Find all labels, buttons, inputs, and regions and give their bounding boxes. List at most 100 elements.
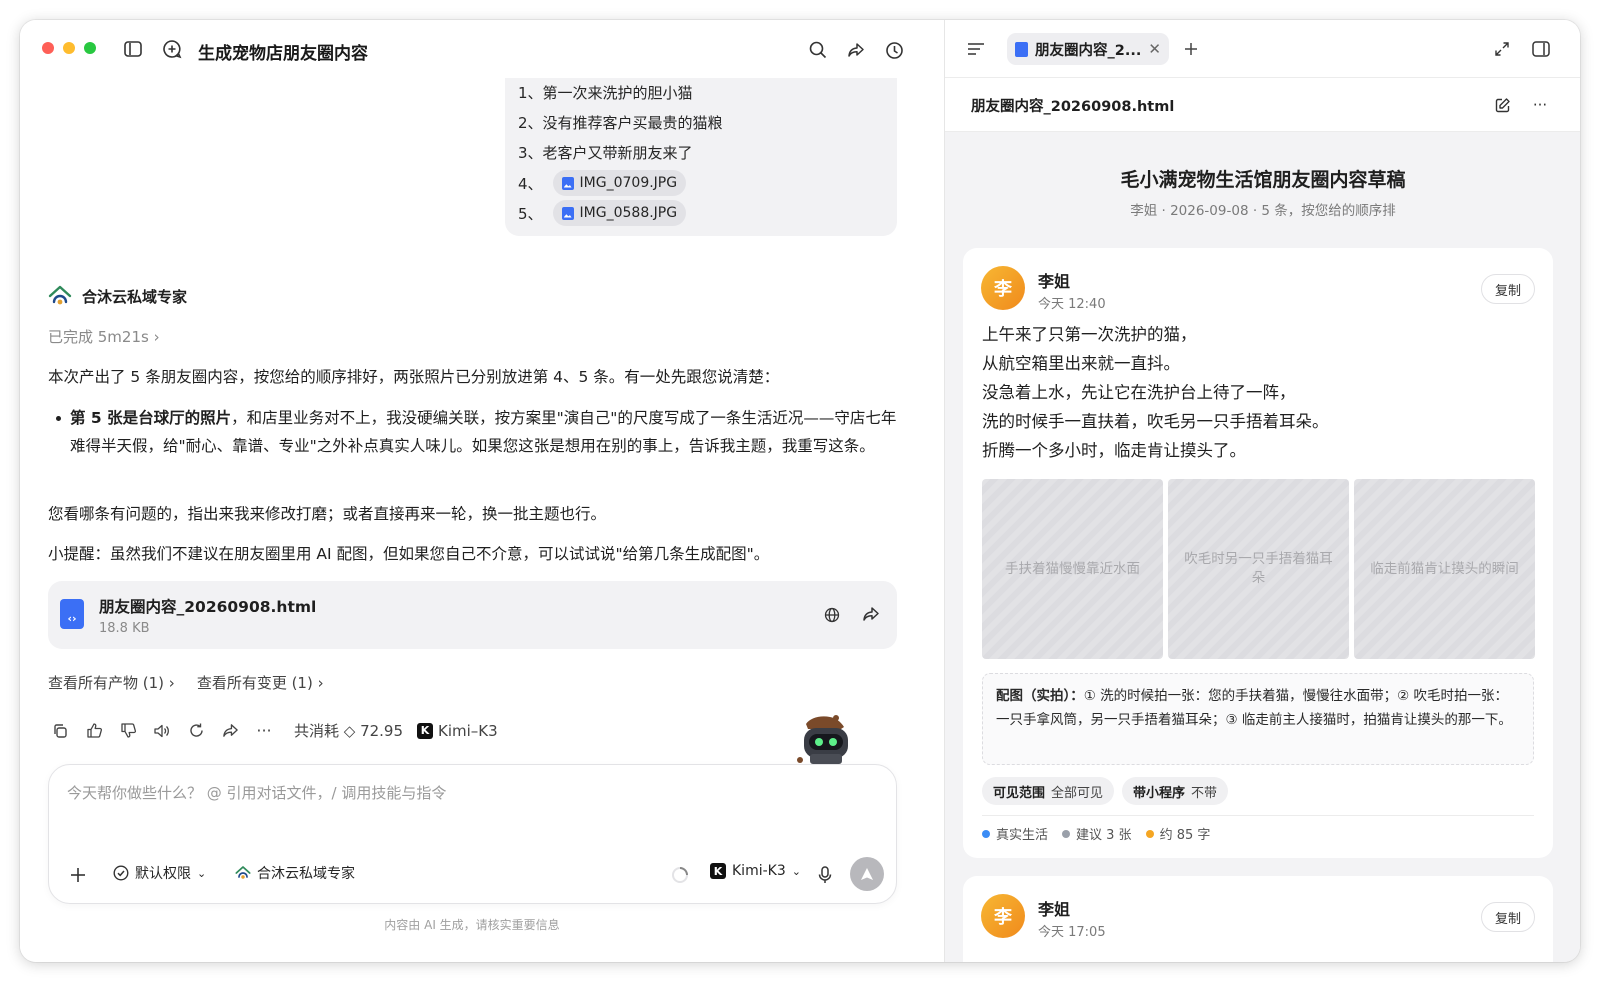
new-chat-icon[interactable]: [161, 38, 183, 60]
image-attachment-chip[interactable]: IMG_0588.JPG: [552, 200, 687, 226]
user-line: 1、 第一次来洗护的胆小猫: [518, 84, 693, 102]
composer-placeholder[interactable]: 今天帮你做些什么？ @ 引用对话文件，/ 调用技能与指令: [67, 782, 446, 803]
avatar: 李: [981, 266, 1025, 310]
post-time: 今天 17:05: [1038, 925, 1106, 940]
post-card: 李 李姐 今天 17:05 复制: [963, 876, 1553, 962]
chevron-right-icon: ›: [153, 328, 160, 346]
copy-button[interactable]: 复制: [1481, 902, 1535, 932]
user-line: 3、 老客户又带新朋友来了: [518, 144, 693, 162]
more-icon[interactable]: ···: [254, 721, 274, 741]
menu-icon[interactable]: [965, 38, 987, 60]
robot-mascot-icon: [797, 715, 848, 764]
tab-preview-file[interactable]: 朋友圈内容_2... ✕: [1007, 33, 1169, 65]
close-button[interactable]: [42, 42, 54, 54]
response-tip: 小提醒：虽然我们不建议在朋友圈里用 AI 配图，但如果您自己不介意，可以试试说"…: [48, 545, 770, 563]
composer-toolbar: 默认权限 ⌄ 合沐云私域专家 K Kimi-K3 ⌄: [49, 857, 896, 891]
send-arrow-icon: [861, 868, 873, 880]
response-paragraph: 您看哪条有问题的，指出来我来修改打磨；或者直接再来一轮，换一批主题也行。: [48, 505, 607, 523]
file-card[interactable]: ‹› 朋友圈内容_20260908.html 18.8 KB: [48, 581, 897, 649]
window-controls: [42, 42, 96, 54]
share-icon[interactable]: [845, 39, 867, 61]
model-label: K Kimi–K3: [417, 722, 498, 740]
token-cost: 共消耗 ◇ 72.95: [294, 722, 404, 740]
photo-placeholder: 手扶着猫慢慢靠近水面: [982, 479, 1163, 659]
meta-category: 真实生活: [982, 824, 1048, 843]
photo-placeholders: 手扶着猫慢慢靠近水面 吹毛时另一只手捂着猫耳朵 临走前猫肯让摸头的瞬间: [982, 479, 1535, 659]
view-changes-link[interactable]: 查看所有变更 (1) ›: [197, 672, 324, 693]
zoom-button[interactable]: [84, 42, 96, 54]
loading-spinner-icon: [669, 864, 691, 886]
thinking-status[interactable]: 已完成 5m21s ›: [48, 326, 160, 347]
sidebar-toggle-icon[interactable]: [123, 39, 143, 59]
post-time: 今天 12:40: [1038, 297, 1106, 312]
avatar: 李: [981, 894, 1025, 938]
view-products-link[interactable]: 查看所有产物 (1) ›: [48, 672, 175, 693]
thumbs-down-icon[interactable]: [118, 721, 138, 741]
message-actions: ··· 共消耗 ◇ 72.95 K Kimi–K3: [50, 720, 498, 741]
more-icon[interactable]: ···: [1529, 94, 1551, 116]
photo-guidance: 配图（实拍）：① 洗的时候拍一张：您的手扶着猫，慢慢往水面带；② 吹毛时拍一张：…: [982, 673, 1534, 765]
post-meta: 真实生活 建议 3 张 约 85 字: [982, 824, 1210, 843]
assistant-header: 合沐云私域专家: [48, 284, 187, 308]
edit-icon[interactable]: [1491, 94, 1513, 116]
user-line: 2、 没有推荐客户买最贵的猫粮: [518, 114, 723, 132]
post-author: 李姐: [1038, 272, 1071, 291]
chat-panel: 生成宠物店朋友圈内容 1、 第一次来洗护的胆小猫 2、 没有推荐客户买最贵的猫粮 3…: [20, 20, 944, 962]
post-card: 李 李姐 今天 12:40 复制 上午来了只第一次洗护的猫， 从航空箱里出来就一…: [963, 248, 1553, 858]
copy-icon[interactable]: [50, 721, 70, 741]
divider: [982, 815, 1534, 816]
ai-disclaimer: 内容由 AI 生成，请核实重要信息: [384, 918, 560, 932]
artifact-links: 查看所有产物 (1) › 查看所有变更 (1) ›: [48, 672, 324, 693]
preview-tabbar: 朋友圈内容_2... ✕: [945, 20, 1580, 78]
share-icon[interactable]: [861, 604, 881, 624]
preview-file-name: 朋友圈内容_20260908.html: [971, 99, 1175, 115]
agent-select[interactable]: 合沐云私域专家: [235, 863, 355, 883]
permission-select[interactable]: 默认权限 ⌄: [113, 863, 206, 883]
thumbs-up-icon[interactable]: [84, 721, 104, 741]
post-body: 上午来了只第一次洗护的猫， 从航空箱里出来就一直抖。 没急着上水，先让它在洗护台…: [982, 325, 1329, 460]
history-icon[interactable]: [883, 39, 905, 61]
minimize-button[interactable]: [63, 42, 75, 54]
add-icon[interactable]: [67, 864, 89, 886]
panel-toggle-icon[interactable]: [1530, 38, 1552, 60]
globe-icon[interactable]: [822, 605, 842, 625]
regenerate-icon[interactable]: [186, 721, 206, 741]
close-tab-icon[interactable]: ✕: [1148, 40, 1161, 58]
expand-icon[interactable]: [1491, 38, 1513, 60]
image-file-icon: [561, 176, 574, 190]
add-tab-icon[interactable]: [1180, 38, 1202, 60]
copy-button[interactable]: 复制: [1481, 274, 1535, 304]
html-file-icon: ‹›: [60, 599, 84, 629]
preview-panel: 朋友圈内容_2... ✕ 朋友圈内容_20260908.html ··· 毛小满…: [944, 20, 1580, 962]
microphone-icon[interactable]: [814, 864, 836, 886]
photo-placeholder: 临走前猫肯让摸头的瞬间: [1354, 479, 1535, 659]
chat-title: 生成宠物店朋友圈内容: [198, 44, 368, 64]
kimi-logo-icon: K: [417, 722, 434, 739]
image-attachment-chip[interactable]: IMG_0709.JPG: [552, 170, 687, 196]
meta-word-count: 约 85 字: [1145, 824, 1210, 843]
model-select[interactable]: K Kimi-K3 ⌄: [710, 863, 801, 879]
message-composer[interactable]: 今天帮你做些什么？ @ 引用对话文件，/ 调用技能与指令 默认权限 ⌄ 合沐云私…: [48, 764, 897, 904]
html-file-icon: [1015, 41, 1028, 57]
file-header: 朋友圈内容_20260908.html ···: [945, 78, 1580, 132]
speaker-icon[interactable]: [152, 721, 172, 741]
file-size: 18.8 KB: [99, 621, 150, 636]
assistant-logo-icon: [235, 866, 251, 879]
kimi-logo-icon: K: [710, 863, 726, 879]
send-button[interactable]: [850, 857, 884, 891]
user-line: 4、 IMG_0709.JPG: [518, 170, 687, 196]
post-settings: 可见范围 全部可见 带小程序 不带: [982, 777, 1229, 805]
image-file-icon: [561, 206, 574, 220]
document-subtitle: 李姐 · 2026-09-08 · 5 条，按您给的顺序排: [1130, 203, 1396, 219]
miniprogram-tag: 带小程序 不带: [1122, 777, 1229, 805]
user-line: 5、 IMG_0588.JPG: [518, 200, 687, 226]
chevron-down-icon: ⌄: [197, 866, 207, 880]
document-title: 毛小满宠物生活馆朋友圈内容草稿: [1120, 169, 1406, 191]
assistant-name: 合沐云私域专家: [82, 287, 188, 306]
shield-check-icon: [113, 865, 129, 881]
post-author: 李姐: [1038, 900, 1071, 919]
search-icon[interactable]: [807, 39, 829, 61]
assistant-logo-icon: [48, 285, 72, 305]
app-window: 生成宠物店朋友圈内容 1、 第一次来洗护的胆小猫 2、 没有推荐客户买最贵的猫粮 3…: [20, 20, 1580, 962]
share-icon[interactable]: [220, 721, 240, 741]
